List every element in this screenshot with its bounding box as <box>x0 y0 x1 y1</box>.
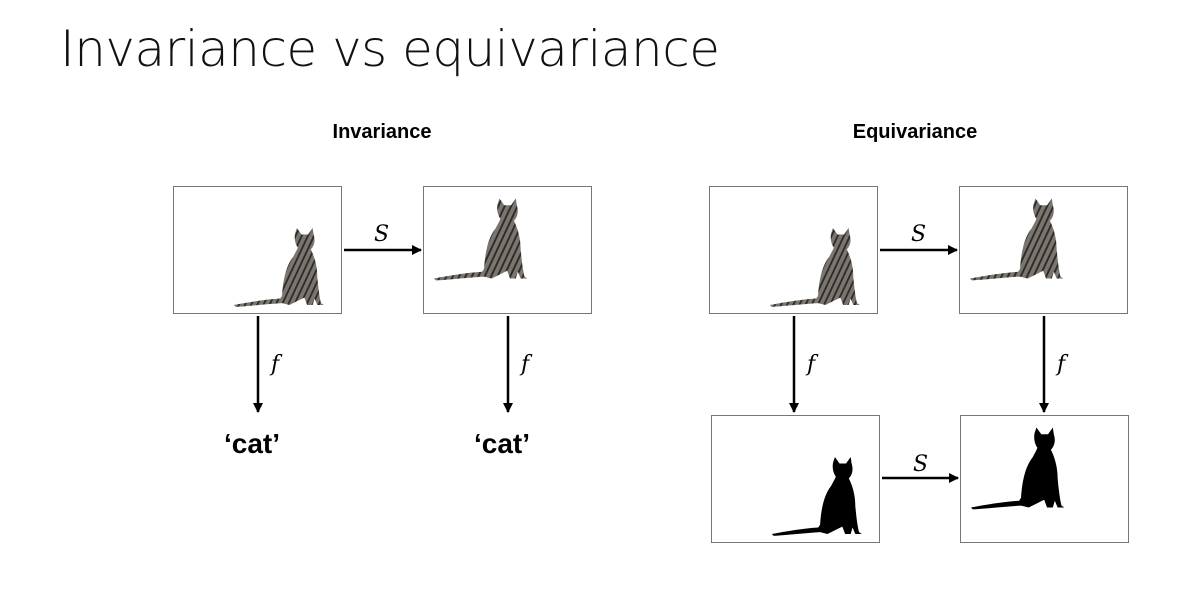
invariance-output-left: ‘cat’ <box>224 428 281 459</box>
equivariance-heading: Equivariance <box>852 121 978 143</box>
cat-silhouette-image <box>771 457 862 536</box>
equivariance-transform-label-bottom: S <box>913 452 929 477</box>
tabby-cat-image <box>433 198 528 281</box>
equivariance-transformed-image <box>959 186 1128 314</box>
equivariance-function-label-left: f <box>807 352 816 377</box>
invariance-input-image <box>173 186 342 314</box>
tabby-cat-image <box>233 228 324 307</box>
invariance-function-label-right: f <box>521 352 530 377</box>
equivariance-output-image-right <box>960 415 1129 543</box>
invariance-transform-label: S <box>374 222 390 247</box>
equivariance-output-image-left <box>711 415 880 543</box>
invariance-heading: Invariance <box>332 121 432 143</box>
equivariance-input-image <box>709 186 878 314</box>
invariance-transformed-image <box>423 186 592 314</box>
slide-title: Invariance vs equivariance <box>60 20 720 78</box>
cat-silhouette-image <box>970 427 1065 510</box>
tabby-cat-image <box>969 198 1064 281</box>
equivariance-transform-label-top: S <box>911 222 927 247</box>
invariance-function-label-left: f <box>271 352 280 377</box>
invariance-output-right: ‘cat’ <box>474 428 531 459</box>
tabby-cat-image <box>769 228 860 307</box>
equivariance-function-label-right: f <box>1057 352 1066 377</box>
